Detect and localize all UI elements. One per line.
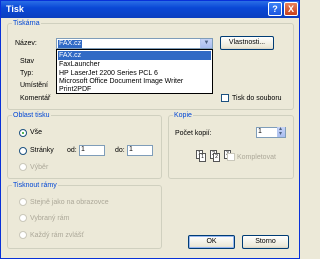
copies-group: Kopie — [168, 112, 294, 179]
page-icon-1b: 1 — [199, 153, 206, 162]
printer-option[interactable]: FaxLauncher — [58, 60, 211, 69]
chevron-down-icon[interactable]: ▼ — [200, 39, 212, 48]
copies-spinner[interactable] — [277, 125, 285, 137]
copies-label: Počet kopií: — [175, 130, 212, 137]
print-to-file-checkbox[interactable] — [221, 94, 229, 102]
copies-legend: Kopie — [174, 112, 192, 119]
range-selection-radio[interactable] — [19, 163, 27, 171]
printer-select-value: FAX.cz — [58, 40, 83, 48]
window-title: Tisk — [6, 4, 24, 14]
collate-checkbox[interactable] — [227, 153, 235, 161]
printer-select[interactable]: FAX.cz ▼ — [56, 38, 213, 49]
printer-option[interactable]: Print2PDF — [58, 85, 211, 94]
printer-option[interactable]: FAX.cz — [58, 51, 211, 60]
frames-selected-radio[interactable] — [19, 214, 27, 222]
frames-selected-label[interactable]: Vybraný rám — [30, 215, 69, 222]
status-label: Stav — [20, 58, 35, 65]
range-pages-radio[interactable] — [19, 147, 27, 155]
to-page-input[interactable]: 1 — [127, 145, 153, 156]
range-selection-label[interactable]: Výběr — [30, 164, 48, 171]
from-label: od: — [67, 147, 77, 154]
range-all-radio[interactable] — [19, 129, 27, 137]
cancel-button[interactable]: Storno — [242, 235, 289, 249]
comment-label: Komentář — [20, 95, 51, 102]
properties-button[interactable]: Vlastnosti... — [220, 36, 274, 50]
page-icon-2b: 2 — [213, 153, 220, 162]
to-label: do: — [115, 147, 125, 154]
print-range-legend: Oblast tisku — [13, 112, 50, 119]
type-label: Typ: — [20, 70, 34, 77]
ok-button[interactable]: OK — [188, 235, 235, 249]
print-dialog: Tisk ? X Tiskárna Název: FAX.cz ▼ Vlastn… — [0, 0, 300, 259]
printer-group-legend: Tiskárna — [13, 20, 40, 27]
frames-as-screen-label[interactable]: Stejně jako na obrazovce — [30, 199, 109, 206]
collate-label[interactable]: Kompletovat — [237, 154, 276, 161]
help-button[interactable]: ? — [268, 2, 282, 16]
print-frames-legend: Tisknout rámy — [13, 182, 57, 189]
from-page-input[interactable]: 1 — [79, 145, 105, 156]
location-label: Umístění — [20, 82, 49, 89]
range-all-label[interactable]: Vše — [30, 129, 42, 136]
frames-as-screen-radio[interactable] — [19, 198, 27, 206]
range-pages-label[interactable]: Stránky — [30, 147, 54, 154]
close-button[interactable]: X — [284, 2, 298, 16]
printer-name-label: Název: — [15, 40, 37, 47]
title-bar[interactable]: Tisk ? X — [1, 1, 299, 18]
printer-dropdown-list: FAX.cz FaxLauncher HP LaserJet 2200 Seri… — [56, 49, 213, 94]
print-to-file-label[interactable]: Tisk do souboru — [232, 95, 282, 102]
frames-each-radio[interactable] — [19, 231, 27, 239]
frames-each-label[interactable]: Každý rám zvlášť — [30, 232, 84, 239]
